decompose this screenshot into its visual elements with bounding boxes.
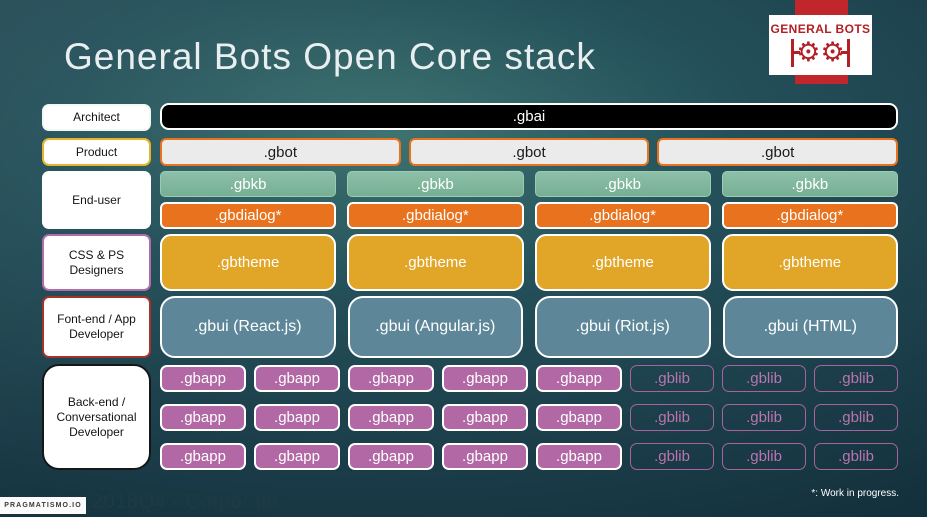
gbapp-box: .gbapp — [536, 404, 622, 431]
gbapp-box: .gbapp — [442, 404, 528, 431]
gbdialog-box: .gbdialog* — [160, 202, 337, 229]
gbtheme-box: .gbtheme — [721, 234, 898, 291]
gbapp-box: .gbapp — [348, 443, 434, 470]
gears-icon: ⚙ ⚙ — [789, 37, 851, 69]
row-gbkb: .gbkb .gbkb .gbkb .gbkb — [160, 171, 898, 197]
page-title: General Bots Open Core stack — [64, 36, 596, 77]
gbui-angular-box: .gbui (Angular.js) — [347, 296, 523, 358]
gbkb-box: .gbkb — [534, 171, 711, 197]
general-bots-logo: GENERAL BOTS ⚙ ⚙ — [769, 15, 872, 75]
gbdialog-box: .gbdialog* — [347, 202, 524, 229]
gbapp-box: .gbapp — [254, 365, 340, 392]
gear-bar-left — [791, 38, 801, 67]
gbapp-box: .gbapp — [254, 443, 340, 470]
label-product: Product — [42, 138, 151, 166]
gblib-box: .gblib — [814, 404, 898, 431]
work-in-progress-note: *: Work in progress. — [811, 488, 899, 499]
gbapp-box: .gbapp — [536, 443, 622, 470]
gbapp-box: .gbapp — [442, 365, 528, 392]
gbapp-box: .gbapp — [348, 404, 434, 431]
label-architect: Architect — [42, 104, 151, 131]
gbot-box: .gbot — [657, 138, 899, 166]
gbtheme-box: .gbtheme — [534, 234, 711, 291]
row-backend-3: .gbapp .gbapp .gbapp .gbapp .gbapp .gbli… — [160, 443, 898, 470]
gblib-box: .gblib — [814, 443, 898, 470]
gblib-box: .gblib — [814, 365, 898, 392]
pragmatismo-brand-badge: PRAGMATISMO.IO — [0, 497, 86, 514]
row-gbdialog: .gbdialog* .gbdialog* .gbdialog* .gbdial… — [160, 202, 898, 229]
gbapp-box: .gbapp — [160, 404, 246, 431]
label-frontend-app-developer: Font-end / App Developer — [42, 296, 151, 358]
row-gbtheme: .gbtheme .gbtheme .gbtheme .gbtheme — [160, 234, 898, 291]
gbui-html-box: .gbui (HTML) — [722, 296, 898, 358]
gblib-box: .gblib — [722, 443, 806, 470]
gbui-riot-box: .gbui (Riot.js) — [535, 296, 711, 358]
gbapp-box: .gbapp — [442, 443, 528, 470]
gbui-react-box: .gbui (React.js) — [160, 296, 336, 358]
label-backend-conversational-developer: Back-end / Conversational Developer — [42, 364, 151, 470]
row-gbot: .gbot .gbot .gbot — [160, 138, 899, 166]
gbapp-box: .gbapp — [348, 365, 434, 392]
gblib-box: .gblib — [630, 365, 714, 392]
slide-root: General Bots Open Core stack GENERAL BOT… — [0, 0, 927, 517]
gear-bar-right — [840, 38, 850, 67]
row-backend-1: .gbapp .gbapp .gbapp .gbapp .gbapp .gbli… — [160, 365, 898, 392]
gbkb-box: .gbkb — [347, 171, 524, 197]
gblib-box: .gblib — [630, 404, 714, 431]
gbot-box: .gbot — [408, 138, 650, 166]
gbtheme-box: .gbtheme — [160, 234, 337, 291]
gbapp-box: .gbapp — [160, 365, 246, 392]
gbapp-box: .gbapp — [254, 404, 340, 431]
label-end-user: End-user — [42, 171, 151, 229]
row-gbui: .gbui (React.js) .gbui (Angular.js) .gbu… — [160, 296, 898, 358]
gbai-box: .gbai — [160, 103, 898, 130]
gbtheme-box: .gbtheme — [347, 234, 524, 291]
row-gbai: .gbai — [160, 103, 898, 130]
gblib-box: .gblib — [630, 443, 714, 470]
gblib-box: .gblib — [722, 404, 806, 431]
row-backend-2: .gbapp .gbapp .gbapp .gbapp .gbapp .gbli… — [160, 404, 898, 431]
gbkb-box: .gbkb — [160, 171, 337, 197]
gbot-box: .gbot — [160, 138, 401, 166]
gbapp-box: .gbapp — [160, 443, 246, 470]
gbdialog-box: .gbdialog* — [721, 202, 898, 229]
gbkb-box: .gbkb — [721, 171, 898, 197]
gbdialog-box: .gbdialog* — [534, 202, 711, 229]
gbapp-box: .gbapp — [536, 365, 622, 392]
slide-footer-caption: 2018Q4 - Corporate — [92, 491, 279, 513]
logo-wordmark: GENERAL BOTS — [770, 21, 871, 36]
gblib-box: .gblib — [722, 365, 806, 392]
label-css-ps-designers: CSS & PS Designers — [42, 234, 151, 291]
